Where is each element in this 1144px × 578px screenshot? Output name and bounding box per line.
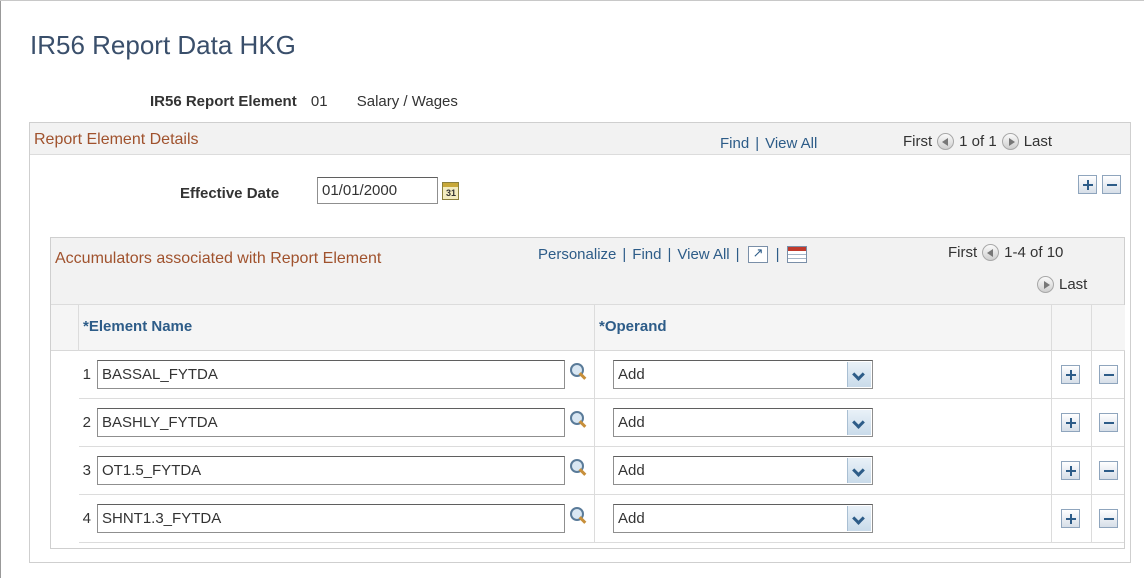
chevron-down-icon[interactable]: [847, 362, 871, 387]
operand-select[interactable]: [613, 408, 873, 437]
new-window-icon[interactable]: [747, 245, 768, 263]
personalize-link[interactable]: Personalize: [538, 246, 616, 263]
previous-arrow-icon[interactable]: [937, 133, 955, 150]
chevron-down-icon[interactable]: [847, 506, 871, 531]
delete-row-button[interactable]: [1099, 413, 1118, 432]
accumulators-grid: Accumulators associated with Report Elem…: [50, 237, 1125, 549]
details-find-link[interactable]: Find: [720, 135, 749, 152]
accumulators-range: 1-4 of 10: [1004, 244, 1064, 261]
next-arrow-icon[interactable]: [1001, 133, 1019, 150]
row-number-column-header: [51, 305, 79, 351]
table-row: 3: [79, 447, 1124, 495]
element-name-input[interactable]: [97, 360, 565, 389]
chevron-down-icon[interactable]: [847, 458, 871, 483]
details-pager: First 1 of 1 Last: [903, 133, 1052, 150]
download-spreadsheet-icon[interactable]: [787, 246, 808, 263]
accumulators-pager: First 1-4 of 10: [948, 244, 1063, 261]
add-row-button[interactable]: [1061, 365, 1080, 384]
search-icon[interactable]: [570, 411, 588, 429]
frame-left-border: [0, 0, 1, 578]
add-row-button[interactable]: [1061, 461, 1080, 480]
report-element-details-section: Report Element Details Find | View All F…: [29, 122, 1131, 563]
accumulators-title: Accumulators associated with Report Elem…: [55, 250, 382, 267]
details-first-label[interactable]: First: [903, 133, 932, 150]
delete-row-button[interactable]: [1099, 365, 1118, 384]
element-name-input[interactable]: [97, 456, 565, 485]
calendar-icon[interactable]: 31: [442, 182, 459, 200]
delete-row-button[interactable]: [1099, 461, 1118, 480]
row-number: 3: [82, 462, 91, 479]
details-last-label[interactable]: Last: [1024, 133, 1052, 150]
row-number: 1: [82, 366, 91, 383]
accumulators-find-link[interactable]: Find: [632, 246, 661, 263]
accumulators-view-all-link[interactable]: View All: [677, 246, 729, 263]
frame-top-border: [0, 0, 1144, 1]
page-title: IR56 Report Data HKG: [30, 30, 296, 60]
operand-column-header: *Operand: [595, 305, 1052, 351]
add-row-button[interactable]: [1061, 509, 1080, 528]
details-view-all-link[interactable]: View All: [765, 135, 817, 152]
operand-select[interactable]: [613, 456, 873, 485]
element-name-column-header: *Element Name: [79, 305, 595, 351]
details-nav-links: Find | View All: [720, 135, 818, 152]
delete-row-button[interactable]: [1099, 509, 1118, 528]
delete-column-header: [1092, 305, 1125, 351]
details-title: Report Element Details: [34, 131, 199, 148]
accumulators-header: Accumulators associated with Report Elem…: [51, 238, 1124, 305]
table-row: 4: [79, 495, 1124, 543]
chevron-down-icon[interactable]: [847, 410, 871, 435]
accumulators-previous-arrow-icon[interactable]: [982, 244, 1000, 261]
accumulators-first-label[interactable]: First: [948, 244, 977, 261]
element-name-input[interactable]: [97, 408, 565, 437]
search-icon[interactable]: [570, 459, 588, 477]
element-name-input[interactable]: [97, 504, 565, 533]
table-row: 2: [79, 399, 1124, 447]
accumulators-nav-links: Personalize | Find | View All | |: [538, 245, 809, 263]
report-element-code: 01: [310, 93, 328, 110]
search-icon[interactable]: [570, 507, 588, 525]
details-header: Report Element Details Find | View All F…: [30, 123, 1130, 155]
add-row-button[interactable]: [1078, 175, 1097, 194]
row-number: 4: [82, 510, 91, 527]
operand-select[interactable]: [613, 504, 873, 533]
delete-row-button[interactable]: [1102, 175, 1121, 194]
report-element-info: IR56 Report Element 01 Salary / Wages: [150, 93, 458, 110]
search-icon[interactable]: [570, 363, 588, 381]
row-number: 2: [82, 414, 91, 431]
add-row-button[interactable]: [1061, 413, 1080, 432]
report-element-description: Salary / Wages: [356, 93, 458, 110]
add-column-header: [1052, 305, 1092, 351]
report-element-label: IR56 Report Element: [150, 93, 297, 110]
operand-select[interactable]: [613, 360, 873, 389]
effective-date-label: Effective Date: [180, 185, 280, 202]
accumulators-pager-last: Last: [1032, 276, 1087, 293]
table-row: 1: [79, 351, 1124, 399]
accumulators-next-arrow-icon[interactable]: [1037, 276, 1054, 293]
details-range: 1 of 1: [959, 133, 997, 150]
effective-date-field[interactable]: [317, 177, 438, 204]
accumulators-last-label[interactable]: Last: [1059, 276, 1087, 293]
